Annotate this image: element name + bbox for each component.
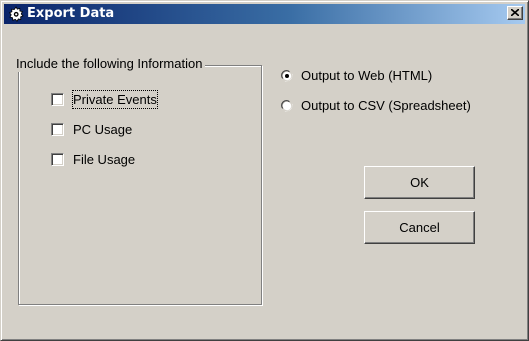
title-bar[interactable]: Export Data xyxy=(4,4,525,24)
export-data-dialog: Export Data Include the following Inform… xyxy=(0,0,529,341)
pc-usage-checkbox[interactable] xyxy=(51,123,64,136)
radio-selected-dot xyxy=(285,74,289,78)
close-button[interactable] xyxy=(507,6,523,20)
cancel-button[interactable]: Cancel xyxy=(364,211,475,244)
close-icon xyxy=(511,9,519,16)
output-csv-radio[interactable] xyxy=(281,99,293,112)
private-events-checkbox[interactable] xyxy=(51,93,64,106)
pc-usage-label[interactable]: PC Usage xyxy=(73,121,132,138)
ok-button[interactable]: OK xyxy=(364,166,475,199)
window-title: Export Data xyxy=(27,6,115,21)
groupbox-legend: Include the following Information xyxy=(13,56,206,72)
gear-icon xyxy=(8,6,24,22)
file-usage-checkbox[interactable] xyxy=(51,153,64,166)
output-html-radio[interactable] xyxy=(281,69,293,82)
output-csv-label[interactable]: Output to CSV (Spreadsheet) xyxy=(301,97,471,114)
output-html-label[interactable]: Output to Web (HTML) xyxy=(301,67,432,84)
file-usage-label[interactable]: File Usage xyxy=(73,151,135,168)
private-events-label[interactable]: Private Events xyxy=(72,90,158,109)
